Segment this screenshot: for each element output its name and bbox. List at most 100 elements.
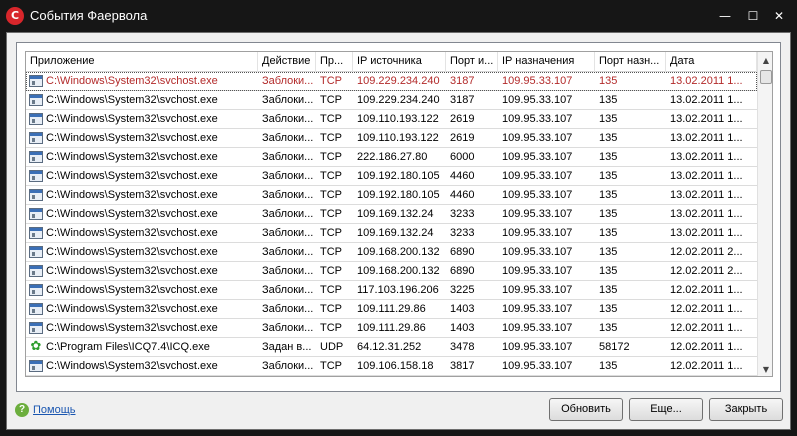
- close-button[interactable]: Закрыть: [709, 398, 783, 421]
- col-app-header[interactable]: Приложение: [26, 52, 258, 72]
- vertical-scrollbar[interactable]: ▲ ▼: [757, 52, 772, 376]
- col-date-cell: 13.02.2011 1...: [670, 151, 743, 163]
- col-action-cell: Заблоки...: [262, 322, 314, 334]
- col-date-header[interactable]: Дата: [666, 52, 757, 72]
- col-source-ip-header[interactable]: IP источника: [353, 52, 446, 72]
- col-protocol-header[interactable]: Пр...: [316, 52, 353, 72]
- table-row[interactable]: C:\Windows\System32\svchost.exe Заблоки..…: [26, 110, 757, 129]
- col-action-cell: Заблоки...: [262, 170, 314, 182]
- col-app-cell: C:\Windows\System32\svchost.exe: [26, 300, 258, 319]
- col-source-port-cell: 4460: [450, 189, 475, 201]
- col-action-cell: Заблоки...: [262, 303, 314, 315]
- app-path: C:\Windows\System32\svchost.exe: [46, 284, 218, 296]
- exe-icon: [29, 113, 43, 125]
- exe-icon: [29, 227, 43, 239]
- events-table[interactable]: Приложение Действие Пр... IP источника Порт …: [25, 51, 773, 377]
- help-link-label: Помощь: [33, 404, 76, 416]
- table-row[interactable]: C:\Windows\System32\svchost.exe Заблоки..…: [26, 91, 757, 110]
- table-row[interactable]: C:\Windows\System32\svchost.exe Заблоки..…: [26, 357, 757, 376]
- table-row[interactable]: C:\Windows\System32\svchost.exe Заблоки..…: [26, 186, 757, 205]
- table-row[interactable]: C:\Windows\System32\svchost.exe Заблоки..…: [26, 262, 757, 281]
- col-date-cell: 13.02.2011 1...: [670, 208, 743, 220]
- col-source-ip-cell: 109.168.200.132: [357, 246, 440, 258]
- col-action-header[interactable]: Действие: [258, 52, 316, 72]
- table-row[interactable]: C:\Windows\System32\svchost.exe Заблоки..…: [26, 243, 757, 262]
- table-row[interactable]: C:\Windows\System32\svchost.exe Заблоки..…: [26, 281, 757, 300]
- col-action-cell: Заблоки...: [262, 94, 314, 106]
- col-source-port-cell: 4460: [450, 170, 475, 182]
- col-protocol-cell: TCP: [320, 303, 342, 315]
- col-source-ip-cell: 109.192.180.105: [357, 170, 440, 182]
- col-date-cell: 13.02.2011 1...: [670, 75, 743, 87]
- table-row[interactable]: C:\Windows\System32\svchost.exe Заблоки..…: [26, 148, 757, 167]
- col-date-cell: 12.02.2011 2...: [670, 246, 743, 258]
- title-bar[interactable]: C События Фаервола — ☐ ✕: [0, 0, 797, 32]
- col-action-cell: Заблоки...: [262, 227, 314, 239]
- exe-icon: [29, 303, 43, 315]
- dialog-body: Приложение Действие Пр... IP источника Порт …: [6, 32, 791, 430]
- more-button[interactable]: Еще...: [629, 398, 703, 421]
- col-date-cell: 12.02.2011 1...: [670, 284, 743, 296]
- col-source-port-header[interactable]: Порт и...: [446, 52, 498, 72]
- col-source-ip-cell: 109.110.193.122: [357, 113, 439, 125]
- exe-icon: [29, 208, 43, 220]
- col-dest-ip-cell: 109.95.33.107: [502, 132, 573, 144]
- col-dest-port-header[interactable]: Порт назн...: [595, 52, 666, 72]
- col-source-ip-cell: 109.192.180.105: [357, 189, 440, 201]
- maximize-button[interactable]: ☐: [745, 8, 761, 24]
- table-row[interactable]: ✿ C:\Program Files\ICQ7.4\ICQ.exe Задан в.…: [26, 338, 757, 357]
- scroll-thumb[interactable]: [760, 70, 772, 84]
- app-path: C:\Windows\System32\svchost.exe: [46, 208, 218, 220]
- firewall-events-window: C События Фаервола — ☐ ✕ Приложение Дейст…: [0, 0, 797, 436]
- refresh-button[interactable]: Обновить: [549, 398, 623, 421]
- col-source-ip-cell: 109.110.193.122: [357, 132, 439, 144]
- col-app-cell: C:\Windows\System32\svchost.exe: [26, 319, 258, 338]
- table-row[interactable]: C:\Windows\System32\svchost.exe Заблоки..…: [26, 224, 757, 243]
- col-date-cell: 12.02.2011 1...: [670, 322, 743, 334]
- minimize-button[interactable]: —: [717, 8, 733, 24]
- col-source-ip-cell: 109.229.234.240: [357, 75, 440, 87]
- table-row[interactable]: C:\Windows\System32\svchost.exe Заблоки..…: [26, 72, 757, 91]
- col-source-port-cell: 6000: [450, 151, 475, 163]
- col-protocol-cell: TCP: [320, 322, 342, 334]
- col-source-port-cell: 2619: [450, 113, 475, 125]
- help-link[interactable]: ? Помощь: [15, 402, 76, 418]
- col-source-port-cell: 6890: [450, 265, 475, 277]
- table-row[interactable]: C:\Windows\System32\svchost.exe Заблоки..…: [26, 319, 757, 338]
- col-dest-ip-header[interactable]: IP назначения: [498, 52, 595, 72]
- col-source-port-cell: 3478: [450, 341, 475, 353]
- col-action-cell: Заблоки...: [262, 265, 314, 277]
- table-row[interactable]: C:\Windows\System32\svchost.exe Заблоки..…: [26, 129, 757, 148]
- col-app-cell: C:\Windows\System32\svchost.exe: [26, 357, 258, 376]
- col-dest-ip-cell: 109.95.33.107: [502, 227, 573, 239]
- app-path: C:\Windows\System32\svchost.exe: [46, 151, 218, 163]
- exe-icon: [29, 246, 43, 258]
- table-row[interactable]: C:\Windows\System32\svchost.exe Заблоки..…: [26, 300, 757, 319]
- close-window-button[interactable]: ✕: [771, 8, 787, 24]
- col-app-cell: C:\Windows\System32\svchost.exe: [26, 224, 258, 243]
- col-date-cell: 12.02.2011 1...: [670, 360, 743, 372]
- col-protocol-cell: TCP: [320, 360, 342, 372]
- col-dest-port-cell: 135: [599, 360, 618, 372]
- col-app-cell: C:\Windows\System32\svchost.exe: [26, 167, 258, 186]
- app-path: C:\Windows\System32\svchost.exe: [46, 265, 218, 277]
- col-dest-port-cell: 135: [599, 75, 618, 87]
- exe-icon: [29, 170, 43, 182]
- col-app-cell: C:\Windows\System32\svchost.exe: [26, 262, 258, 281]
- col-protocol-cell: TCP: [320, 246, 342, 258]
- exe-icon: [29, 322, 43, 334]
- col-protocol-cell: TCP: [320, 75, 342, 87]
- col-protocol-cell: TCP: [320, 151, 342, 163]
- scroll-down-button[interactable]: ▼: [758, 361, 772, 376]
- col-action-cell: Заблоки...: [262, 360, 314, 372]
- col-protocol-cell: UDP: [320, 341, 344, 353]
- app-path: C:\Windows\System32\svchost.exe: [46, 360, 218, 372]
- col-date-cell: 12.02.2011 2...: [670, 265, 743, 277]
- table-row[interactable]: C:\Windows\System32\svchost.exe Заблоки..…: [26, 167, 757, 186]
- exe-icon: [29, 265, 43, 277]
- table-row[interactable]: C:\Windows\System32\svchost.exe Заблоки..…: [26, 205, 757, 224]
- scroll-up-button[interactable]: ▲: [758, 52, 772, 69]
- col-app-cell: ✿ C:\Program Files\ICQ7.4\ICQ.exe: [26, 338, 258, 357]
- app-path: C:\Windows\System32\svchost.exe: [46, 246, 218, 258]
- col-source-ip-cell: 109.111.29.86: [357, 322, 426, 334]
